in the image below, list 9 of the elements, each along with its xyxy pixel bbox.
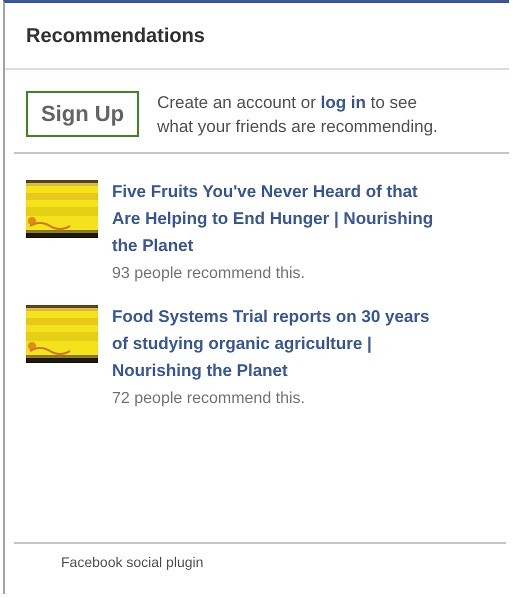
widget-title: Recommendations xyxy=(26,25,205,47)
signup-message: Create an account or log in to see what your friends are recommending. xyxy=(157,92,439,138)
recommend-count: 93 people recommend this. xyxy=(112,265,306,283)
recommendation-link[interactable]: Food Systems Trial reports on 30 years of studying organic agriculture | Nourishing the Planet xyxy=(112,303,442,384)
footer-text: Facebook social plugin xyxy=(61,554,204,570)
sign-up-button[interactable]: Sign Up xyxy=(26,91,140,137)
log-in-link[interactable]: log in xyxy=(320,93,366,112)
recommendation-link[interactable]: Five Fruits You've Never Heard of that Are Helping to End Hunger | Nourishing the Planet xyxy=(112,178,442,259)
recommend-count: 72 people recommend this. xyxy=(112,390,306,408)
